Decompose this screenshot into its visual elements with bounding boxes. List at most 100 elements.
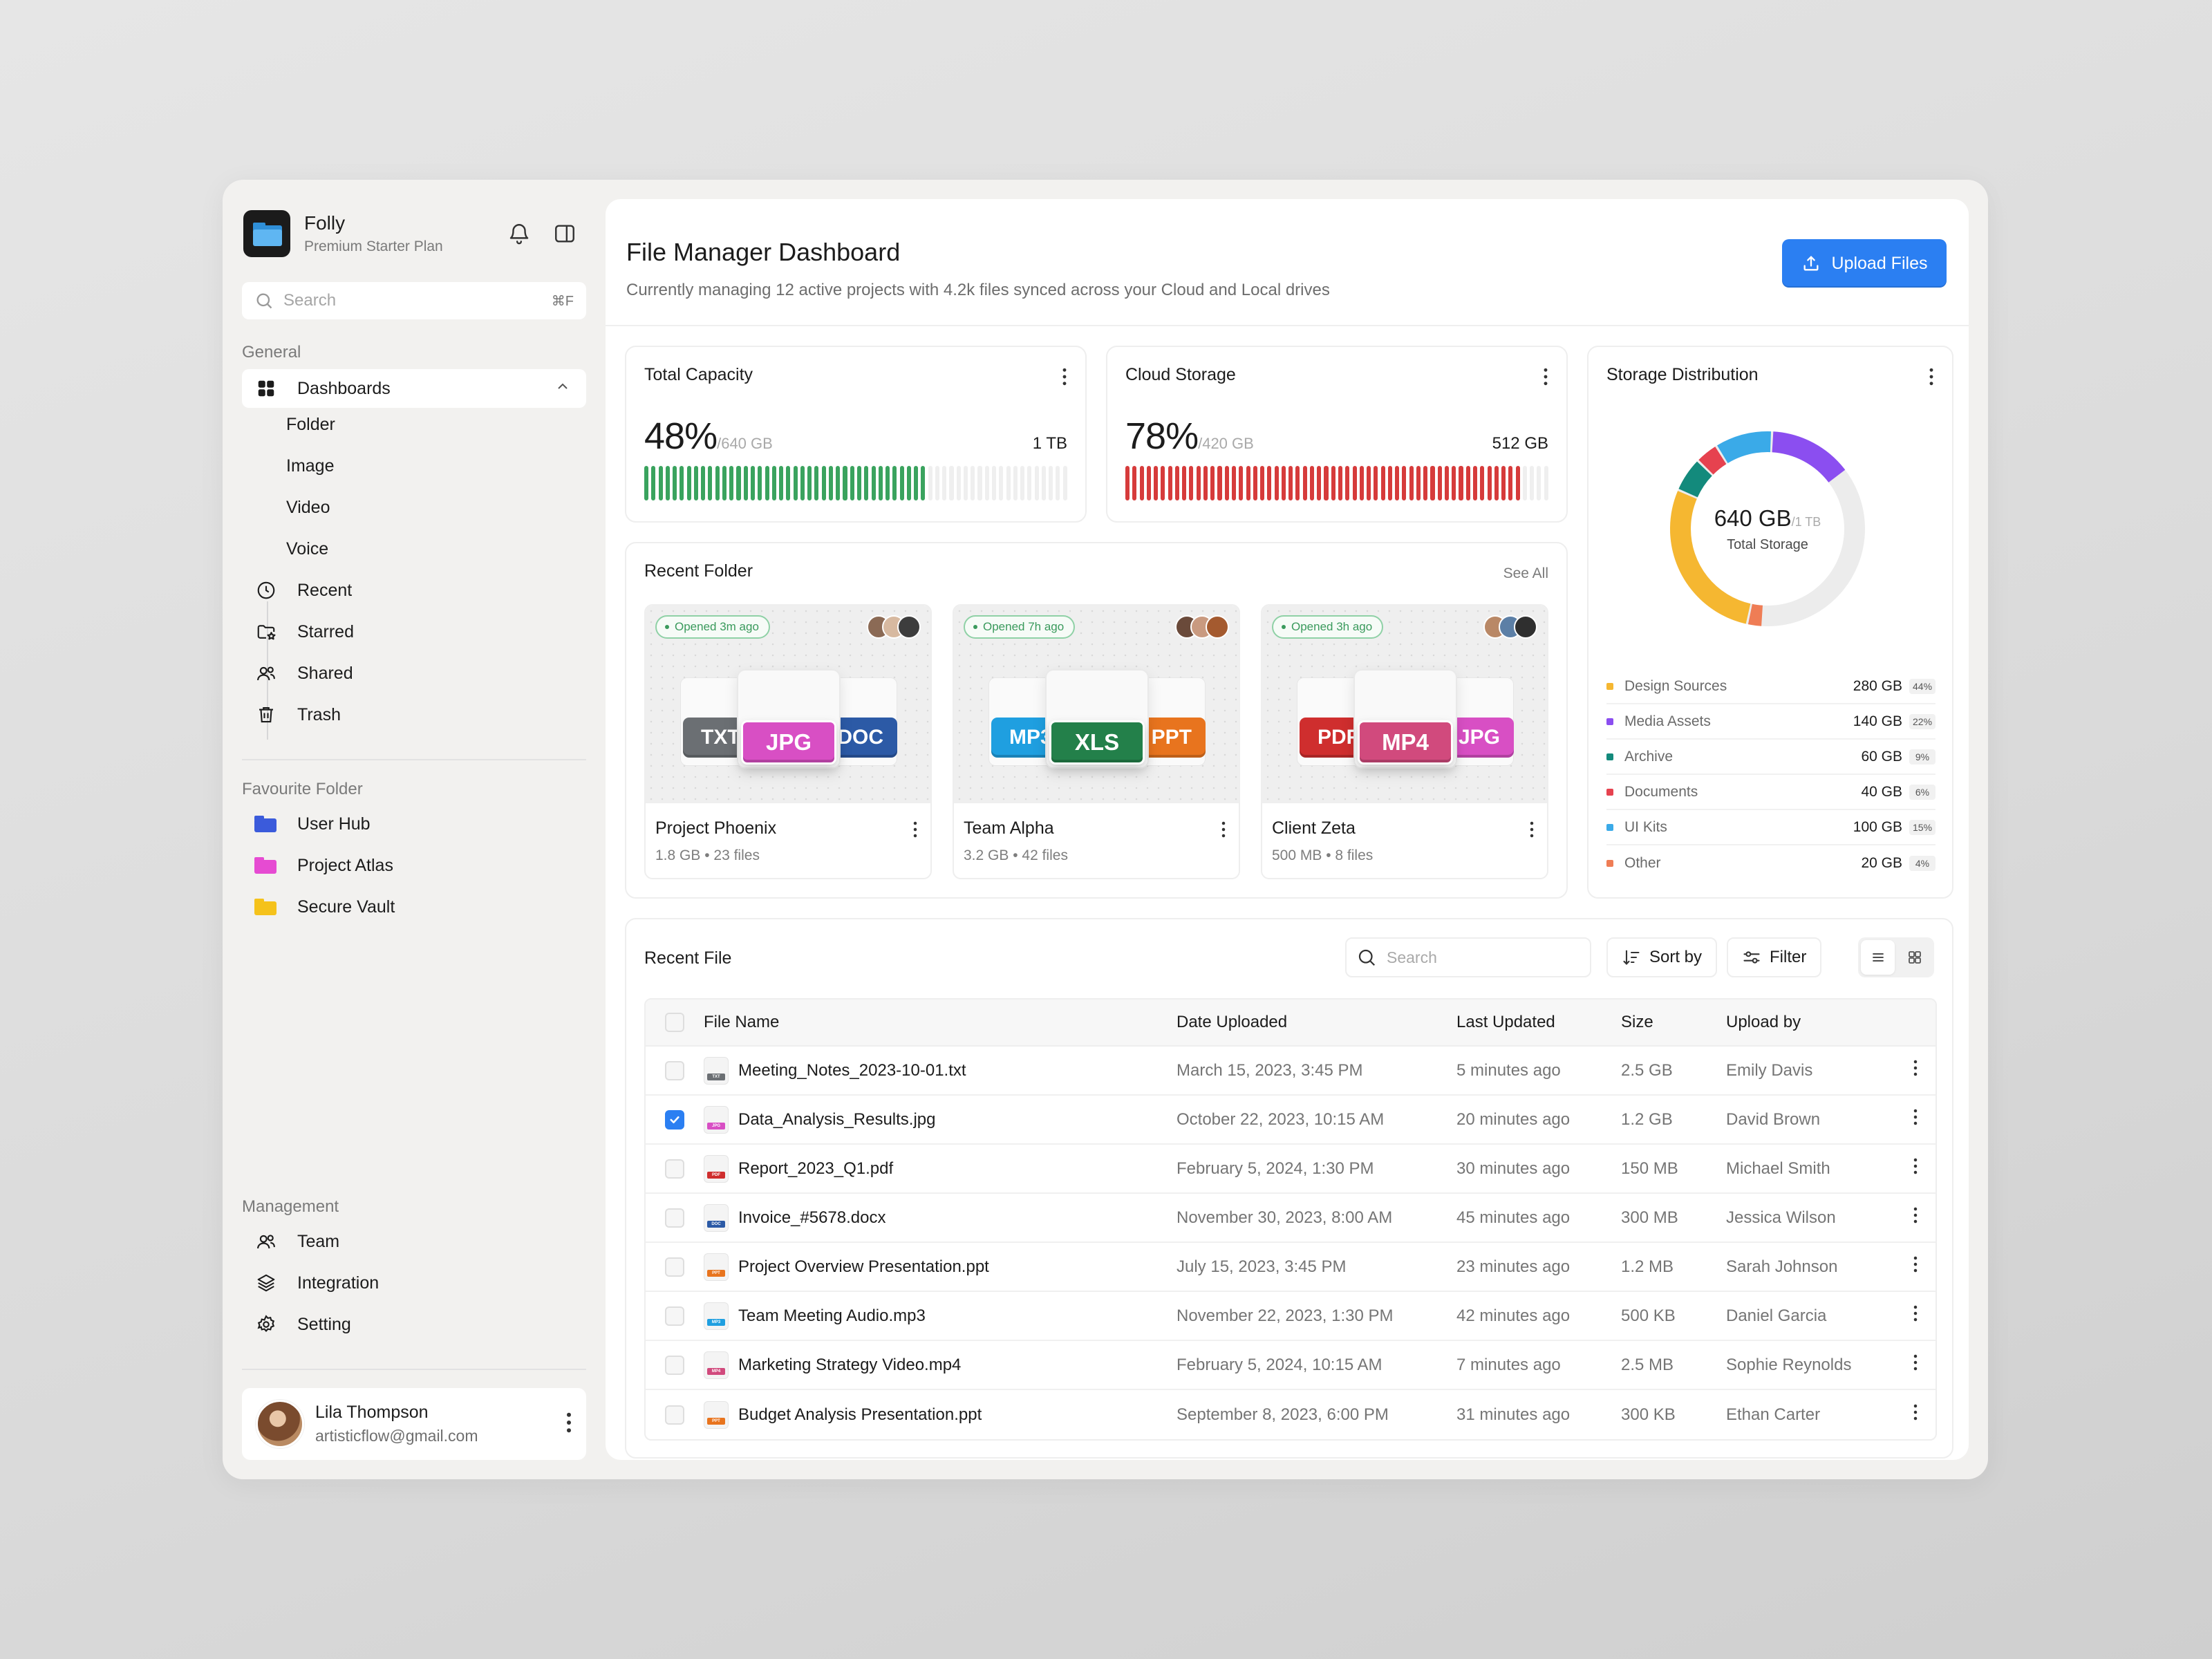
- folder-card[interactable]: Opened 7h ago MP3 PPT XLS Team Alpha 3.2 GB •…: [953, 604, 1240, 879]
- bell-icon[interactable]: [507, 222, 531, 245]
- more-vertical-icon[interactable]: [1913, 1404, 1918, 1425]
- list-view-icon[interactable]: [1861, 940, 1895, 975]
- grid-view-icon[interactable]: [1897, 940, 1931, 975]
- progress-segment: [1062, 466, 1067, 500]
- table-row[interactable]: PPT Budget Analysis Presentation.ppt Septe…: [646, 1390, 1936, 1439]
- favourite-user-hub[interactable]: User Hub: [242, 805, 371, 843]
- more-vertical-icon[interactable]: [1543, 368, 1548, 389]
- user-profile-card[interactable]: Lila Thompson artisticflow@gmail.com: [242, 1388, 586, 1460]
- progress-segment: [1437, 466, 1442, 500]
- column-header[interactable]: Upload by: [1726, 1013, 1895, 1032]
- file-size: 1.2 MB: [1621, 1257, 1674, 1276]
- row-checkbox[interactable]: [665, 1355, 684, 1375]
- row-checkbox[interactable]: [665, 1257, 684, 1277]
- sidebar-item-team[interactable]: Team: [242, 1222, 586, 1261]
- column-header[interactable]: File Name: [704, 1013, 1177, 1032]
- sidebar-subitem-folder[interactable]: Folder: [286, 405, 335, 444]
- legend-name: Design Sources: [1624, 677, 1727, 694]
- progress-segment: [1494, 466, 1499, 500]
- row-checkbox[interactable]: [665, 1405, 684, 1425]
- favourite-project-atlas[interactable]: Project Atlas: [242, 846, 393, 885]
- sidebar-item-trash[interactable]: Trash: [242, 695, 586, 734]
- progress-segment: [935, 466, 939, 500]
- more-vertical-icon[interactable]: [1062, 368, 1067, 389]
- upload-label: Upload Files: [1831, 253, 1928, 273]
- sidebar-search-input[interactable]: Search ⌘F: [242, 282, 586, 319]
- sidebar-subitem-voice[interactable]: Voice: [286, 529, 328, 568]
- folder-card[interactable]: Opened 3h ago PDF JPG MP4 Client Zeta 500 MB …: [1261, 604, 1548, 879]
- table-row[interactable]: PDF Report_2023_Q1.pdf February 5, 2024, 1…: [646, 1145, 1936, 1194]
- file-name[interactable]: Meeting_Notes_2023-10-01.txt: [738, 1061, 966, 1080]
- more-vertical-icon[interactable]: [1221, 821, 1226, 841]
- opened-text: Opened 3h ago: [1291, 620, 1373, 633]
- file-size: 2.5 MB: [1621, 1355, 1674, 1374]
- more-vertical-icon[interactable]: [565, 1412, 572, 1436]
- table-row[interactable]: JPG Data_Analysis_Results.jpg October 22, …: [646, 1096, 1936, 1145]
- more-vertical-icon[interactable]: [1913, 1207, 1918, 1228]
- legend-swatch: [1606, 823, 1613, 831]
- column-header[interactable]: Size: [1621, 1013, 1726, 1032]
- row-checkbox[interactable]: [665, 1109, 684, 1130]
- file-name[interactable]: Budget Analysis Presentation.ppt: [738, 1405, 982, 1425]
- date-uploaded: February 5, 2024, 10:15 AM: [1177, 1355, 1382, 1374]
- see-all-link[interactable]: See All: [1503, 565, 1548, 582]
- file-name[interactable]: Marketing Strategy Video.mp4: [738, 1356, 961, 1375]
- folder-card[interactable]: Opened 3m ago TXT DOC JPG Project Phoenix 1.8…: [644, 604, 932, 879]
- progress-segment: [971, 466, 975, 500]
- sort-by-button[interactable]: Sort by: [1606, 937, 1718, 977]
- progress-segment: [1239, 466, 1244, 500]
- more-vertical-icon[interactable]: [1913, 1354, 1918, 1376]
- column-header[interactable]: Last Updated: [1456, 1013, 1621, 1032]
- progress-segment: [651, 466, 656, 500]
- file-name[interactable]: Team Meeting Audio.mp3: [738, 1306, 926, 1326]
- progress-segment: [1203, 466, 1208, 500]
- progress-segment: [821, 466, 826, 500]
- more-vertical-icon[interactable]: [1529, 821, 1535, 841]
- table-row[interactable]: PPT Project Overview Presentation.ppt July…: [646, 1243, 1936, 1292]
- more-vertical-icon[interactable]: [1913, 1256, 1918, 1277]
- section-label-general: General: [242, 343, 301, 362]
- select-all-checkbox[interactable]: [665, 1013, 684, 1032]
- file-search-input[interactable]: Search: [1345, 937, 1591, 977]
- file-name[interactable]: Report_2023_Q1.pdf: [738, 1159, 893, 1179]
- opened-badge: Opened 3h ago: [1272, 615, 1384, 639]
- legend-percent: 44%: [1909, 678, 1936, 694]
- sidebar-item-integration[interactable]: Integration: [242, 1264, 586, 1302]
- table-row[interactable]: DOC Invoice_#5678.docx November 30, 2023, …: [646, 1194, 1936, 1243]
- column-header[interactable]: Date Uploaded: [1177, 1013, 1456, 1032]
- sidebar-item-shared[interactable]: Shared: [242, 654, 586, 693]
- row-checkbox[interactable]: [665, 1306, 684, 1326]
- progress-segment: [701, 466, 706, 500]
- more-vertical-icon[interactable]: [1913, 1060, 1918, 1081]
- file-name[interactable]: Invoice_#5678.docx: [738, 1208, 886, 1228]
- more-vertical-icon[interactable]: [1913, 1109, 1918, 1130]
- starred-folder-icon: [254, 620, 278, 644]
- opened-badge: Opened 7h ago: [964, 615, 1076, 639]
- sidebar-item-recent[interactable]: Recent: [242, 571, 586, 610]
- sidebar-item-dashboards[interactable]: Dashboards: [242, 369, 586, 408]
- file-name[interactable]: Data_Analysis_Results.jpg: [738, 1110, 935, 1130]
- more-vertical-icon[interactable]: [1913, 1305, 1918, 1327]
- more-vertical-icon[interactable]: [912, 821, 918, 841]
- row-checkbox[interactable]: [665, 1159, 684, 1179]
- upload-files-button[interactable]: Upload Files: [1782, 239, 1947, 288]
- legend-percent: 6%: [1909, 784, 1936, 800]
- file-name[interactable]: Project Overview Presentation.ppt: [738, 1257, 989, 1277]
- sidebar-subitem-image[interactable]: Image: [286, 447, 334, 485]
- progress-segment: [1345, 466, 1350, 500]
- favourite-secure-vault[interactable]: Secure Vault: [242, 888, 395, 926]
- sidebar-subitem-video[interactable]: Video: [286, 488, 330, 527]
- table-row[interactable]: MP3 Team Meeting Audio.mp3 November 22, 20…: [646, 1292, 1936, 1341]
- sidebar-item-starred[interactable]: Starred: [242, 612, 586, 651]
- last-updated: 20 minutes ago: [1456, 1109, 1571, 1129]
- sidebar-toggle-icon[interactable]: [553, 222, 577, 245]
- table-row[interactable]: MP4 Marketing Strategy Video.mp4 February …: [646, 1341, 1936, 1390]
- sidebar-item-setting[interactable]: Setting: [242, 1305, 586, 1344]
- section-label-favourite: Favourite Folder: [242, 780, 363, 798]
- row-checkbox[interactable]: [665, 1208, 684, 1228]
- more-vertical-icon[interactable]: [1913, 1158, 1918, 1179]
- more-vertical-icon[interactable]: [1929, 368, 1934, 389]
- filter-button[interactable]: Filter: [1727, 937, 1822, 977]
- row-checkbox[interactable]: [665, 1060, 684, 1080]
- table-row[interactable]: TXT Meeting_Notes_2023-10-01.txt March 15,…: [646, 1047, 1936, 1096]
